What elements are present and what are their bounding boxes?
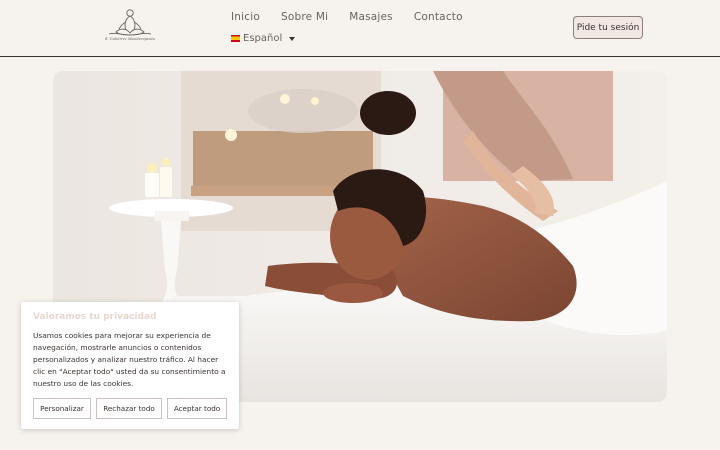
logo[interactable]: E. Gutiérrez Masoterapeuta (101, 5, 159, 45)
language-selector[interactable]: Español (231, 33, 296, 44)
language-label: Español (243, 33, 283, 44)
nav-sobre-mi[interactable]: Sobre Mi (281, 9, 328, 25)
main-nav: Inicio Sobre Mi Masajes Contacto (231, 9, 484, 25)
chevron-down-icon (289, 36, 296, 41)
customize-cookies-button[interactable]: Personalizar (33, 398, 91, 419)
nav-contacto[interactable]: Contacto (414, 9, 463, 25)
nav-inicio[interactable]: Inicio (231, 9, 260, 25)
book-session-button[interactable]: Pide tu sesión (573, 16, 643, 39)
site-header: E. Gutiérrez Masoterapeuta Inicio Sobre … (0, 0, 720, 57)
reject-all-button[interactable]: Rechazar todo (96, 398, 162, 419)
spain-flag-icon (231, 35, 240, 42)
logo-caption: E. Gutiérrez Masoterapeuta (105, 37, 155, 41)
cookie-body: Usamos cookies para mejorar su experienc… (33, 331, 226, 388)
cookie-consent-dialog: Valoramos tu privacidad Usamos cookies p… (21, 302, 239, 429)
cookie-title: Valoramos tu privacidad (33, 312, 157, 322)
accept-all-button[interactable]: Aceptar todo (167, 398, 227, 419)
nav-masajes[interactable]: Masajes (349, 9, 393, 25)
